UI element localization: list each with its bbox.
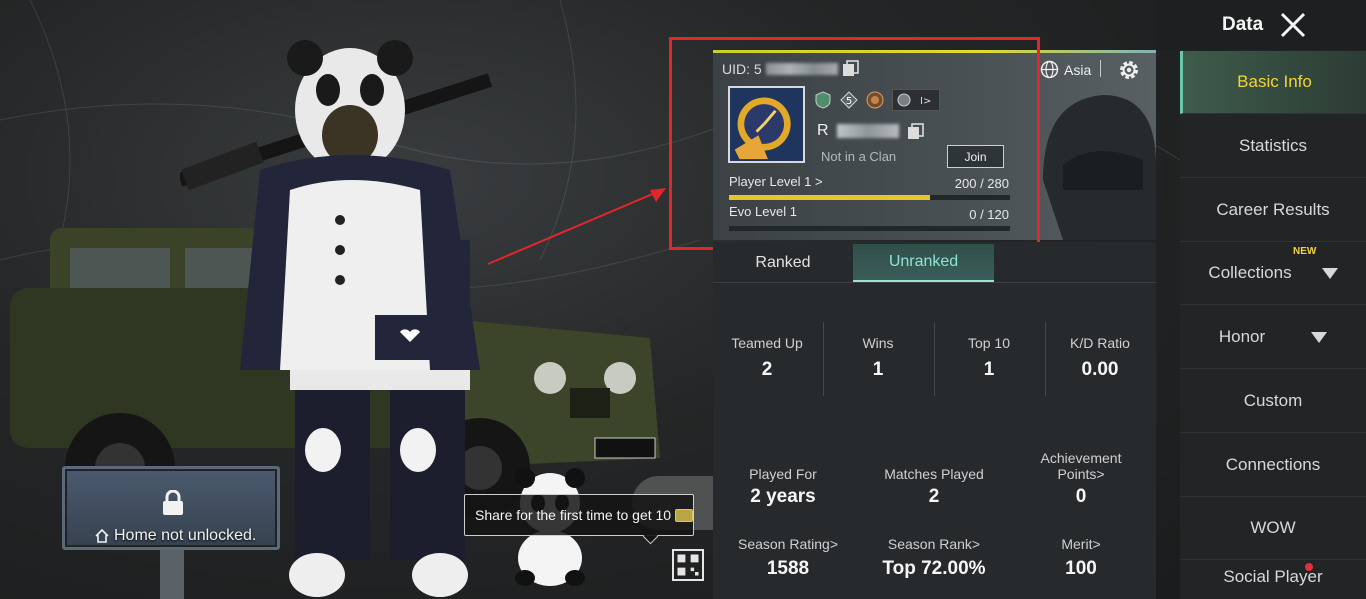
sidebar-item-label: Connections [1225, 455, 1321, 474]
stat-matches-played: Matches Played 2 [879, 466, 989, 508]
sidebar-item-label: Honor [1218, 327, 1266, 346]
tab-divider [713, 282, 1156, 283]
stat-value: 0 [1075, 486, 1087, 507]
tab-ranked[interactable]: Ranked [713, 244, 853, 282]
page-title: Data [1222, 14, 1264, 35]
stat-top-10: Top 10 1 [949, 335, 1029, 381]
sidebar-item-honor[interactable]: Honor [1180, 306, 1366, 369]
stat-kd-ratio: K/D Ratio 0.00 [1055, 335, 1145, 381]
sidebar-item-custom[interactable]: Custom [1180, 370, 1366, 433]
mode-tabs: Ranked Unranked [713, 244, 1156, 282]
stat-value: 2 [761, 359, 773, 380]
home-icon [95, 528, 109, 543]
stat-label: Wins [862, 335, 894, 351]
tab-unranked[interactable]: Unranked [853, 244, 994, 282]
sidebar-item-basic-info[interactable]: Basic Info [1180, 51, 1366, 114]
stat-value: 1588 [766, 558, 810, 579]
gear-icon[interactable] [1117, 58, 1141, 82]
qr-code-button[interactable] [672, 549, 704, 581]
stat-value: 2 years [750, 486, 816, 507]
stat-value: Top 72.00% [882, 558, 986, 579]
share-tooltip-text: Share for the first time to get 10 [475, 507, 672, 523]
globe-icon [1040, 60, 1059, 79]
stat-value: 1 [872, 359, 884, 380]
coin-icon [675, 508, 693, 522]
home-status-label: Home not unlocked. [114, 527, 257, 544]
sidebar-item-career-results[interactable]: Career Results [1180, 179, 1366, 242]
stats-panel: Ranked Unranked Teamed Up 2 Wins 1 Top 1… [713, 242, 1156, 599]
stat-label: Matches Played [884, 466, 984, 482]
stat-value: 1 [983, 359, 995, 380]
sidebar-item-label: WOW [1250, 518, 1296, 537]
close-icon[interactable] [1280, 12, 1306, 38]
home-board-post [160, 550, 184, 599]
helmet-silhouette [1043, 95, 1156, 240]
stat-value: 100 [1065, 558, 1097, 579]
sidebar-item-social-player[interactable]: Social Player [1180, 555, 1366, 599]
stat-label: K/D Ratio [1070, 335, 1130, 351]
sidebar-item-label: Collections [1208, 263, 1292, 282]
share-tooltip[interactable]: Share for the first time to get 10 [464, 494, 694, 536]
stat-season-rank[interactable]: Season Rank> Top 72.00% [879, 536, 989, 580]
stat-achievement-points[interactable]: Achievement Points> 0 [1031, 450, 1131, 508]
stat-label: Merit> [1061, 536, 1101, 552]
region-label: Asia [1064, 61, 1092, 78]
region-selector[interactable]: Asia [1040, 60, 1091, 79]
region-divider [1100, 60, 1101, 77]
stat-label: Season Rank> [887, 536, 981, 552]
stat-value: 2 [928, 486, 940, 507]
annotation-highlight-box [669, 37, 1040, 250]
stat-label: Played For [749, 466, 817, 482]
stat-divider [1045, 322, 1046, 396]
sidebar-item-wow[interactable]: WOW [1180, 497, 1366, 560]
annotation-arrow [487, 188, 666, 265]
stat-played-for: Played For 2 years [733, 466, 833, 508]
notification-dot [1305, 563, 1313, 571]
sidebar-item-label: Career Results [1216, 200, 1330, 219]
stat-teamed-up: Teamed Up 2 [727, 335, 807, 381]
sidebar-item-connections[interactable]: Connections [1180, 434, 1366, 497]
stat-wins: Wins 1 [838, 335, 918, 381]
stat-label: Teamed Up [731, 335, 803, 351]
sidebar-item-label: Statistics [1238, 136, 1308, 155]
home-status: Home not unlocked. [94, 527, 256, 545]
chevron-down-icon [1311, 331, 1328, 343]
stat-divider [934, 322, 935, 396]
stat-season-rating[interactable]: Season Rating> 1588 [733, 536, 843, 580]
chevron-down-icon [1321, 267, 1338, 279]
sidebar-item-statistics[interactable]: Statistics [1180, 115, 1366, 178]
sidebar-item-collections[interactable]: Collections [1180, 242, 1366, 305]
stat-label: Top 10 [967, 335, 1011, 351]
lock-icon [163, 490, 183, 515]
stat-label: Achievement Points> [1040, 450, 1122, 482]
stat-divider [823, 322, 824, 396]
stat-merit[interactable]: Merit> 100 [1031, 536, 1131, 580]
sidebar-item-label: Basic Info [1237, 72, 1312, 91]
stat-label: Season Rating> [737, 536, 839, 552]
stat-value: 0.00 [1081, 359, 1119, 380]
new-badge: NEW [1293, 246, 1317, 257]
sidebar-item-label: Custom [1243, 391, 1303, 410]
